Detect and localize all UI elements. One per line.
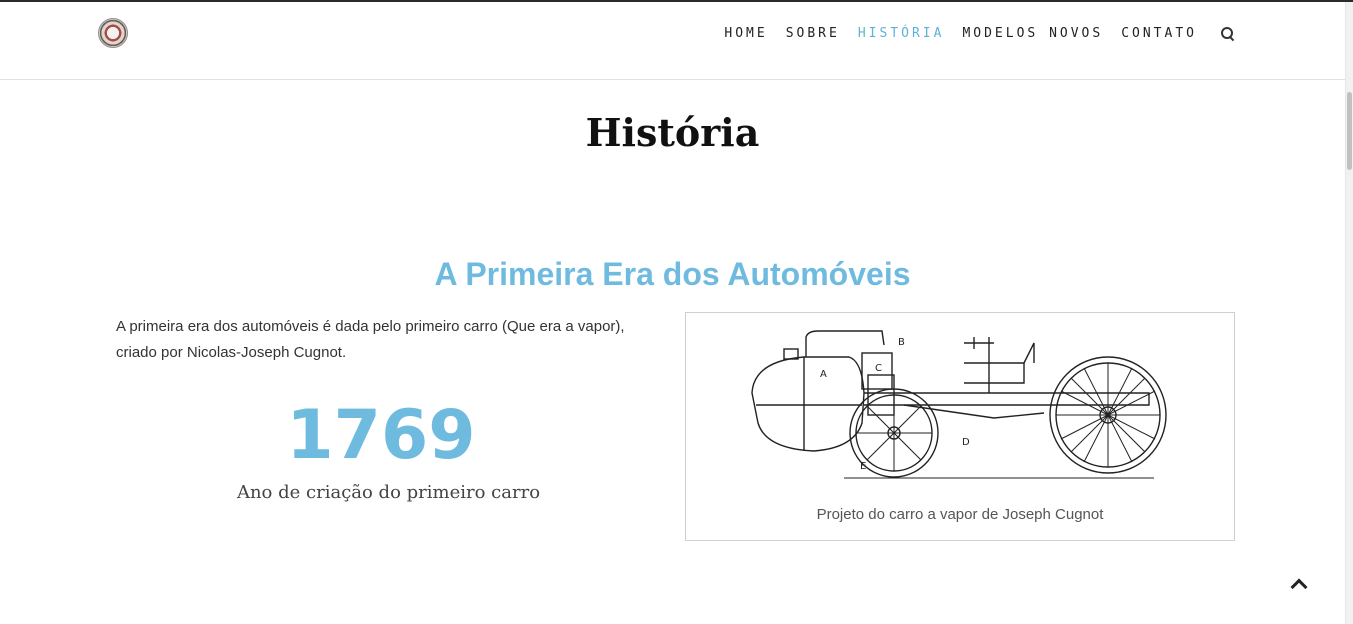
figure-label-e: E xyxy=(860,461,866,472)
figure-label-a: A xyxy=(820,369,827,380)
search-icon[interactable] xyxy=(1221,26,1235,41)
nav-item-sobre[interactable]: SOBRE xyxy=(786,26,840,41)
nav-item-home[interactable]: HOME xyxy=(724,26,767,41)
section-title: A Primeira Era dos Automóveis xyxy=(434,256,911,292)
nav-item-modelos-novos[interactable]: MODELOS NOVOS xyxy=(962,26,1103,41)
scrollbar-thumb[interactable] xyxy=(1347,92,1352,170)
figure-label-d: D xyxy=(962,437,970,448)
nav-item-contato[interactable]: CONTATO xyxy=(1121,26,1197,41)
figure-label-c: C xyxy=(875,363,882,374)
site-logo[interactable] xyxy=(98,18,128,48)
nav-item-historia[interactable]: HISTÓRIA xyxy=(858,26,945,41)
figure-caption: Projeto do carro a vapor de Joseph Cugno… xyxy=(816,506,1104,523)
figure-label-b: B xyxy=(898,337,905,348)
intro-paragraph: A primeira era dos automóveis é dada pel… xyxy=(116,318,625,361)
site-header: HOME SOBRE HISTÓRIA MODELOS NOVOS CONTAT… xyxy=(0,2,1345,80)
page-title: História xyxy=(585,110,760,155)
page-scrollbar[interactable] xyxy=(1345,2,1353,624)
year-counter: 1769 xyxy=(286,396,476,475)
main-nav: HOME SOBRE HISTÓRIA MODELOS NOVOS CONTAT… xyxy=(724,26,1235,41)
cugnot-figure: A B C D E Projeto do carro a vapor de Jo… xyxy=(685,312,1235,541)
year-caption: Ano de criação do primeiro carro xyxy=(236,482,541,503)
steam-car-illustration: A B C D E xyxy=(751,330,1167,479)
chevron-up-icon[interactable] xyxy=(1289,576,1309,592)
